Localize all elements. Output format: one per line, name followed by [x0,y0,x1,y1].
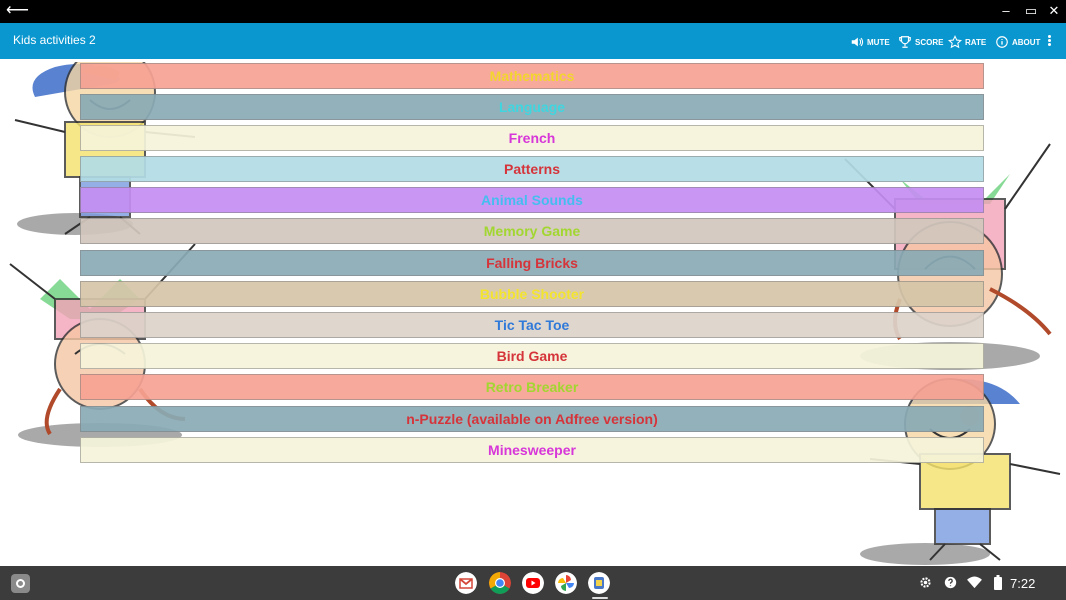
menu-item-bubble-shooter[interactable]: Bubble Shooter [80,281,984,307]
menu-item-label: French [508,130,556,146]
app-toolbar: Kids activities 2 MUTE SCORE RATE ABOUT [0,23,1066,59]
menu-item-tic-tac-toe[interactable]: Tic Tac Toe [80,312,984,338]
info-icon [996,36,1008,48]
rate-label: RATE [965,37,987,47]
menu-item-minesweeper[interactable]: Minesweeper [80,437,984,463]
menu-item-label: Tic Tac Toe [494,317,570,333]
youtube-icon[interactable] [522,572,544,594]
close-button[interactable]: ✕ [1046,3,1062,19]
menu-item-label: Language [498,99,566,115]
overflow-menu-icon[interactable] [1044,34,1054,50]
menu-item-label: Animal Sounds [481,192,583,208]
menu-item-label: Bird Game [496,348,568,364]
menu-item-retro-breaker[interactable]: Retro Breaker [80,374,984,400]
menu-item-label: n-Puzzle (available on Adfree version) [406,411,658,427]
wifi-icon[interactable] [967,576,982,589]
menu-item-label: Minesweeper [488,442,576,458]
gmail-icon[interactable] [455,572,477,594]
menu-item-label: Memory Game [483,223,581,239]
battery-icon[interactable] [994,575,1002,590]
settings-gear-icon[interactable] [919,576,932,589]
maximize-button[interactable]: ▭ [1023,3,1039,19]
back-arrow-icon[interactable]: ⟵ [6,2,29,20]
trophy-icon [899,36,911,48]
chrome-icon[interactable] [489,572,511,594]
star-icon [948,35,962,49]
os-taskbar: 7:22 [0,566,1066,600]
menu-item-bird-game[interactable]: Bird Game [80,343,984,369]
menu-item-label: Retro Breaker [485,379,579,395]
menu-item-label: Falling Bricks [486,255,578,271]
menu-item-memory-game[interactable]: Memory Game [80,218,984,244]
kid-illustration-left-top [14,62,196,235]
active-app-indicator [592,597,608,599]
menu-item-french[interactable]: French [80,125,984,151]
menu-item-label: Patterns [503,161,561,177]
menu-item-n-puzzle[interactable]: n-Puzzle (available on Adfree version) [80,406,984,432]
about-button[interactable]: ABOUT [995,34,1040,50]
menu-item-label: Bubble Shooter [479,286,585,302]
menu-item-label: Mathematics [489,68,575,84]
menu-item-animal-sounds[interactable]: Animal Sounds [80,187,984,213]
menu-item-language[interactable]: Language [80,94,984,120]
speaker-icon [851,37,864,47]
window-title-bar: ⟵ – ▭ ✕ [0,0,1066,23]
about-label: ABOUT [1012,37,1041,47]
launcher-button[interactable] [11,574,30,593]
kid-illustration-right-bottom [860,378,1061,565]
menu-item-mathematics[interactable]: Mathematics [80,63,984,89]
kids-activities-icon[interactable] [588,572,610,594]
mute-button[interactable]: MUTE [850,34,890,50]
minimize-button[interactable]: – [998,3,1014,19]
score-label: SCORE [915,37,944,47]
menu-item-falling-bricks[interactable]: Falling Bricks [80,250,984,276]
menu-item-patterns[interactable]: Patterns [80,156,984,182]
rate-button[interactable]: RATE [948,34,986,50]
activity-list-area: Mathematics Language French Patterns Ani… [0,59,1066,566]
score-button[interactable]: SCORE [898,34,943,50]
photos-icon[interactable] [555,572,577,594]
mute-label: MUTE [867,37,890,47]
clock-time[interactable]: 7:22 [1010,576,1035,591]
app-title: Kids activities 2 [13,33,96,47]
help-icon[interactable] [944,576,957,589]
